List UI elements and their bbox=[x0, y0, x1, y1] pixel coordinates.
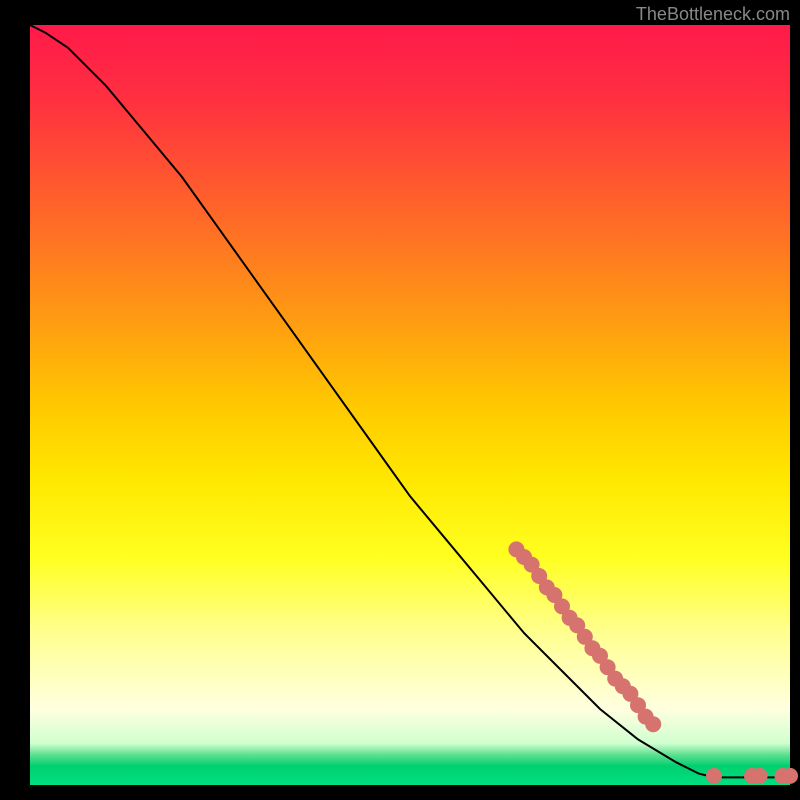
data-marker bbox=[752, 768, 768, 784]
chart-container: TheBottleneck.com bbox=[0, 0, 800, 800]
watermark-label: TheBottleneck.com bbox=[636, 4, 790, 25]
plot-background bbox=[30, 25, 790, 785]
chart-svg bbox=[0, 0, 800, 800]
data-marker bbox=[706, 768, 722, 784]
data-marker bbox=[645, 716, 661, 732]
data-marker bbox=[782, 768, 798, 784]
